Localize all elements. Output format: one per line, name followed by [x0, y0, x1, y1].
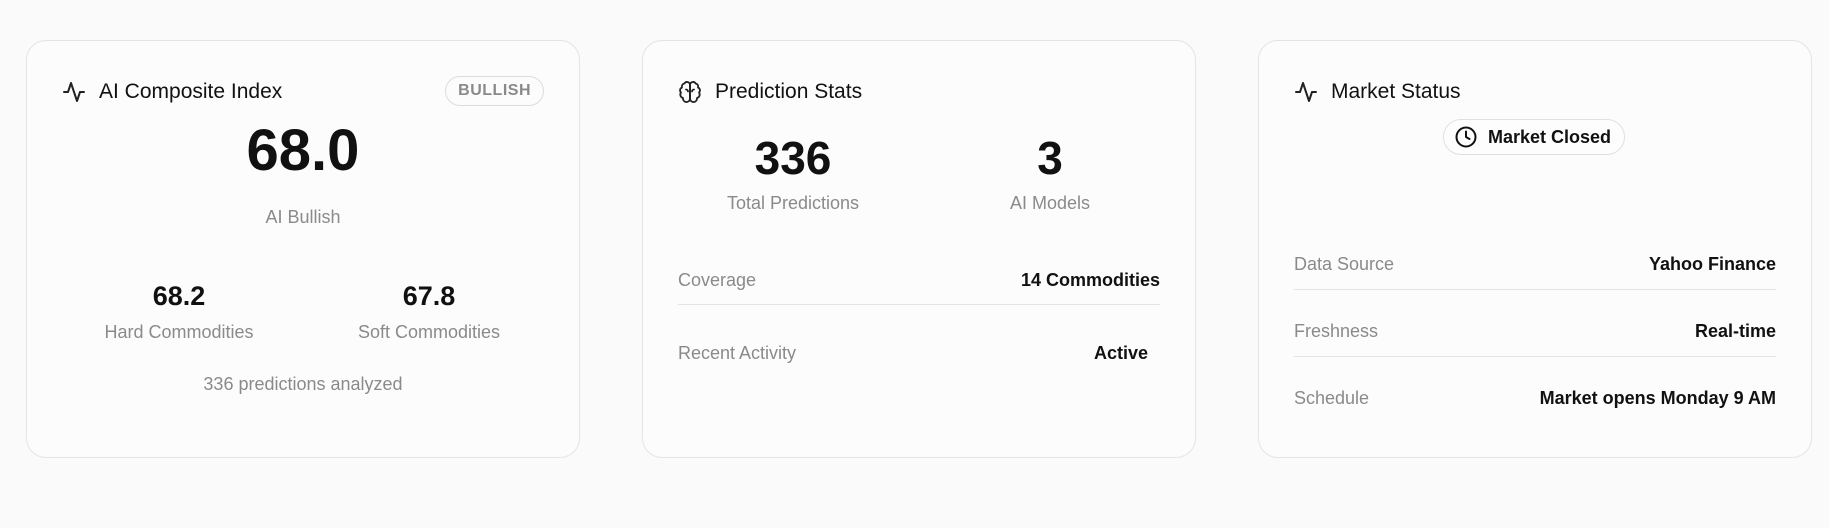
soft-commodities-value: 67.8: [402, 281, 456, 311]
data-source-row: Data Source Yahoo Finance: [1294, 249, 1776, 279]
activity-icon: [62, 80, 86, 104]
freshness-key: Freshness: [1294, 320, 1379, 341]
recent-activity-key: Recent Activity: [678, 342, 797, 363]
ai-models-value: 3: [1037, 132, 1063, 184]
market-status-card: Market Status Market Closed Data Source …: [1258, 40, 1812, 458]
total-predictions-label: Total Predictions: [726, 193, 860, 213]
card-title: AI Composite Index: [99, 80, 283, 103]
freshness-row: Freshness Real-time: [1294, 316, 1776, 346]
prediction-stats-card: Prediction Stats 336 Total Predictions 3…: [642, 40, 1196, 458]
schedule-key: Schedule: [1294, 387, 1370, 408]
divider: [1294, 356, 1776, 357]
soft-commodities-stat: 67.8 Soft Commodities: [329, 281, 529, 343]
card-title: Market Status: [1331, 80, 1461, 103]
hard-commodities-value: 68.2: [152, 281, 206, 311]
ai-models-stat: 3 AI Models: [940, 131, 1160, 214]
coverage-key: Coverage: [678, 269, 757, 290]
composite-label: AI Bullish: [265, 207, 341, 227]
predictions-analyzed-note: 336 predictions analyzed: [203, 374, 403, 394]
coverage-row: Coverage 14 Commodities: [678, 265, 1160, 295]
schedule-value: Market opens Monday 9 AM: [1539, 387, 1776, 408]
recent-activity-value: Active: [1093, 342, 1148, 363]
card-header: Prediction Stats: [678, 75, 1160, 109]
sentiment-badge: BULLISH: [445, 76, 544, 106]
hard-commodities-label: Hard Commodities: [104, 322, 254, 342]
ai-composite-index-card: AI Composite Index BULLISH 68.0 AI Bulli…: [26, 40, 580, 458]
divider: [678, 304, 1160, 305]
card-header: Market Status: [1294, 75, 1776, 109]
coverage-value: 14 Commodities: [1020, 269, 1160, 290]
schedule-row: Schedule Market opens Monday 9 AM: [1294, 383, 1776, 413]
ai-models-label: AI Models: [1009, 193, 1091, 213]
brain-icon: [678, 80, 702, 104]
card-header: AI Composite Index BULLISH: [62, 75, 544, 109]
market-status-text: Market Closed: [1488, 126, 1612, 147]
total-predictions-value: 336: [754, 132, 832, 184]
hard-commodities-stat: 68.2 Hard Commodities: [79, 281, 279, 343]
market-status-badge: Market Closed: [1443, 119, 1626, 155]
data-source-value: Yahoo Finance: [1648, 253, 1776, 274]
freshness-value: Real-time: [1694, 320, 1776, 341]
data-source-key: Data Source: [1294, 253, 1395, 274]
divider: [1294, 289, 1776, 290]
activity-icon: [1294, 80, 1318, 104]
clock-icon: [1454, 125, 1478, 149]
card-title: Prediction Stats: [715, 80, 863, 103]
composite-value: 68.0: [246, 118, 360, 183]
total-predictions-stat: 336 Total Predictions: [683, 131, 903, 214]
soft-commodities-label: Soft Commodities: [357, 322, 501, 342]
recent-activity-row: Recent Activity Active: [678, 338, 1148, 368]
